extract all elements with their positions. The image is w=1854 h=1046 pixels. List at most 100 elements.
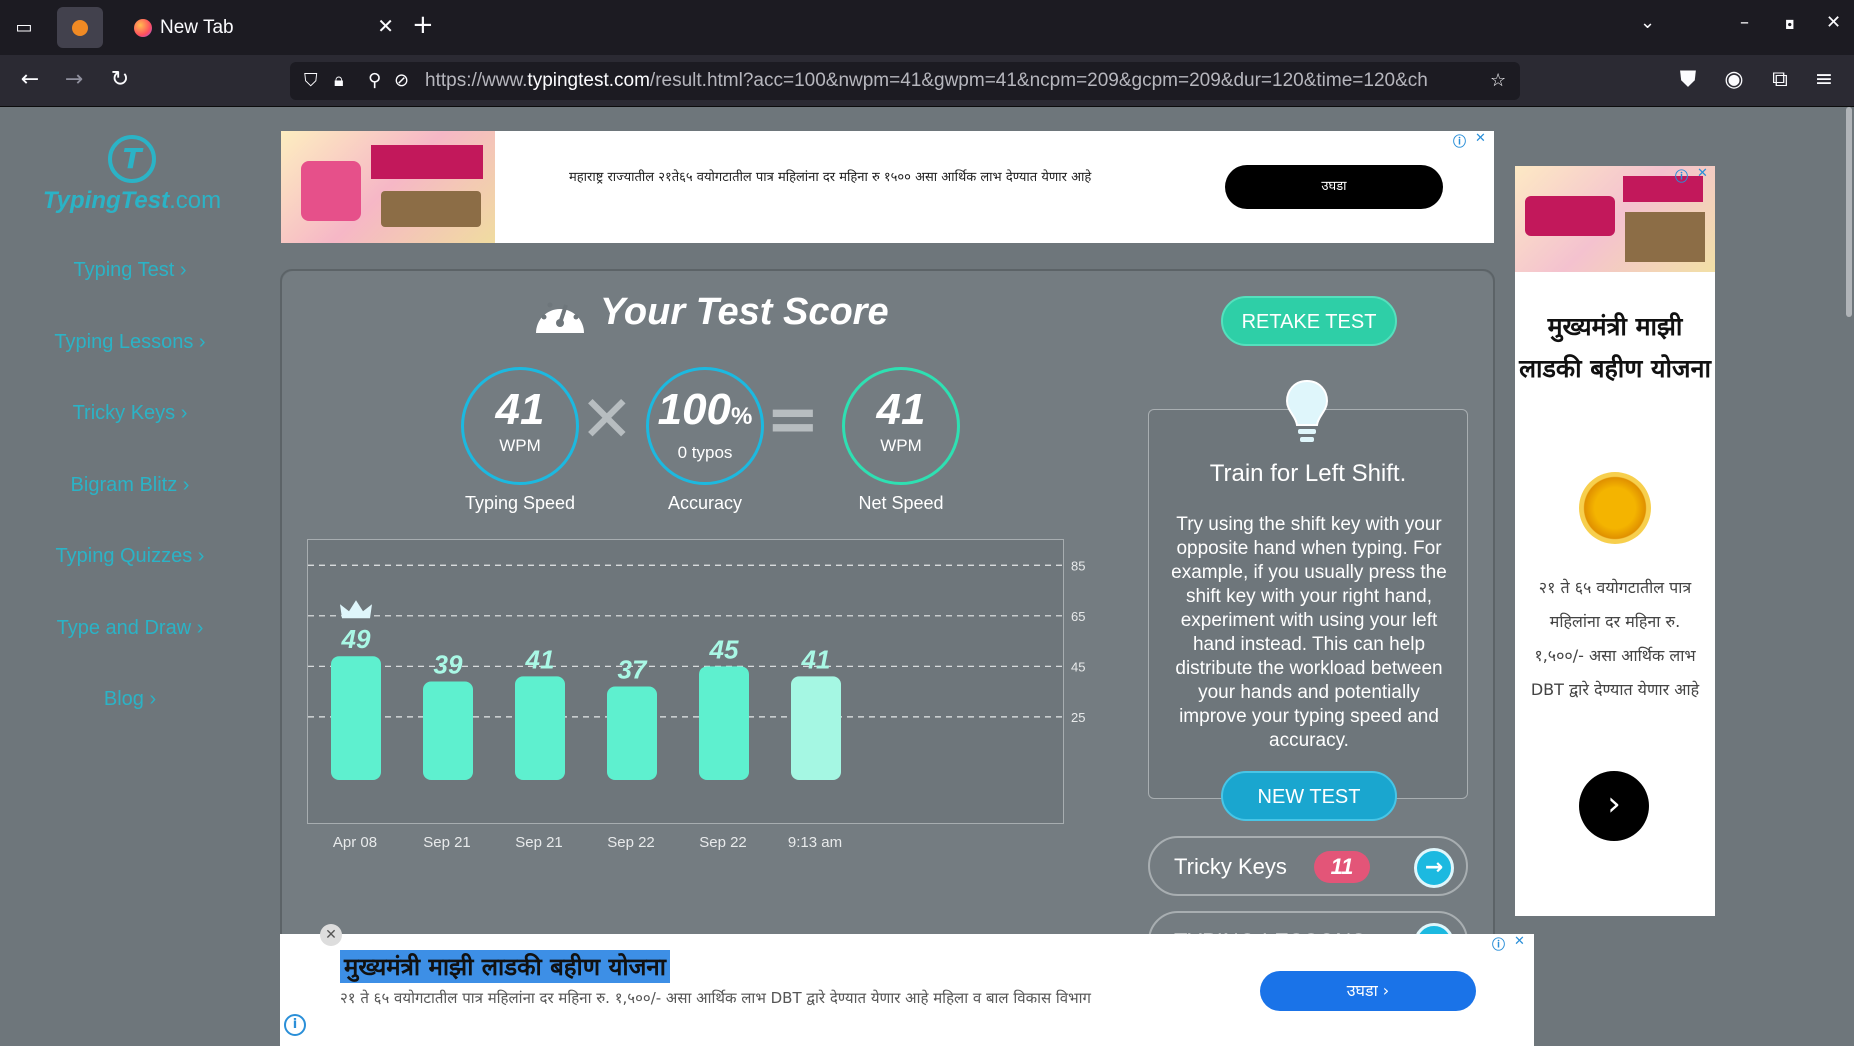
ad-thumbnail xyxy=(281,131,495,243)
logo-t-icon: T xyxy=(108,135,156,183)
lightbulb-icon xyxy=(1285,379,1329,442)
ad-close-icon[interactable]: ✕ xyxy=(1475,131,1486,146)
url-bar[interactable]: ⛉ 🔒︎ ⚲ ⊘ https://www.typingtest.com/resu… xyxy=(290,62,1520,100)
arrow-right-icon[interactable]: → xyxy=(1414,848,1454,888)
tip-box: Train for Left Shift. Try using the shif… xyxy=(1148,409,1468,799)
close-tab-icon[interactable]: ✕ xyxy=(377,14,394,38)
tip-body: Try using the shift key with your opposi… xyxy=(1171,514,1447,751)
shield-icon[interactable]: ⛉ xyxy=(304,70,318,91)
ad-info-icon[interactable]: ⓘ xyxy=(1675,166,1688,185)
sidebar-item-typing-quizzes[interactable]: Typing Quizzes › xyxy=(30,536,230,608)
ad-heading: मुख्यमंत्री माझी लाडकी बहीण योजना xyxy=(1519,312,1711,383)
bottom-banner-ad[interactable]: ✕ मुख्यमंत्री माझी लाडकी बहीण योजना २१ त… xyxy=(280,924,1534,1046)
page-scrollbar[interactable] xyxy=(1846,107,1852,317)
bookmark-star-icon[interactable]: ☆ xyxy=(1490,70,1506,91)
ad-close-icon[interactable]: ✕ xyxy=(1514,934,1525,949)
menu-icon[interactable]: ≡ xyxy=(1810,67,1838,92)
sidebar-item-typing-lessons[interactable]: Typing Lessons › xyxy=(30,322,230,394)
account-icon[interactable]: ◉ xyxy=(1720,67,1748,92)
chart-bar xyxy=(699,666,749,780)
score-title: Your Test Score xyxy=(600,291,889,333)
multiply-icon: ✕ xyxy=(580,383,634,457)
permissions-icon[interactable]: ⚲ xyxy=(368,70,381,91)
pocket-icon[interactable]: ⛊ xyxy=(1674,67,1702,92)
top-banner-ad[interactable]: महाराष्ट्र राज्यातील २१ते६५ वयोगटातील पा… xyxy=(281,131,1494,243)
logo-suffix: .com xyxy=(169,187,222,214)
ad-info-icon[interactable]: ⓘ xyxy=(1492,934,1505,953)
net-speed-unit: WPM xyxy=(880,436,922,455)
bar-value-label: 41 xyxy=(801,644,831,674)
ad-dismiss-icon[interactable]: ✕ xyxy=(320,924,342,946)
lock-icon[interactable]: 🔒︎ xyxy=(334,70,344,91)
bar-value-label: 37 xyxy=(618,655,648,685)
site-logo[interactable]: T TypingTest.com xyxy=(42,135,222,215)
bar-value-label: 41 xyxy=(525,644,555,674)
new-test-button[interactable]: NEW TEST xyxy=(1221,771,1397,821)
net-speed-value: 41 xyxy=(876,385,926,434)
tricky-keys-card[interactable]: Tricky Keys 11 → xyxy=(1148,836,1468,896)
net-speed-stat: 41 WPM Net Speed xyxy=(831,367,971,514)
y-tick-label: 45 xyxy=(1071,659,1085,674)
ad-close-icon[interactable]: ✕ xyxy=(1697,166,1708,181)
sidebar-item-bigram-blitz[interactable]: Bigram Blitz › xyxy=(30,465,230,537)
minimize-button[interactable]: – xyxy=(1740,12,1749,33)
list-all-tabs-icon[interactable]: ⌄ xyxy=(1640,12,1655,33)
chart-x-labels: Apr 08 Sep 21 Sep 21 Sep 22 Sep 22 9:13 am xyxy=(307,834,1064,856)
score-card: Your Test Score RETAKE TEST 41 WPM Typing… xyxy=(280,269,1495,1046)
y-tick-label: 65 xyxy=(1071,609,1085,624)
right-side-ad[interactable]: ⓘ ✕ मुख्यमंत्री माझी लाडकी बहीण योजना २१… xyxy=(1515,166,1715,916)
typing-speed-unit: WPM xyxy=(499,436,541,455)
bar-value-label: 39 xyxy=(434,649,463,679)
accuracy-stat: 100% 0 typos Accuracy xyxy=(635,367,775,514)
bar-value-label: 49 xyxy=(341,624,371,654)
sidebar-item-typing-test[interactable]: Typing Test › xyxy=(30,250,230,322)
forward-icon[interactable]: → xyxy=(60,67,88,92)
net-speed-label: Net Speed xyxy=(858,493,944,513)
x-tick-label: 9:13 am xyxy=(787,834,843,851)
x-tick-label: Sep 22 xyxy=(699,834,747,851)
logo-main: TypingTest xyxy=(42,187,170,214)
speedometer-icon xyxy=(536,302,584,333)
accuracy-unit: % xyxy=(731,403,753,430)
typing-speed-label: Typing Speed xyxy=(464,493,576,513)
ad-open-button[interactable]: उघडा xyxy=(1225,165,1443,209)
chart-bar xyxy=(331,656,381,780)
ad-info-icon[interactable]: i xyxy=(284,1014,306,1036)
x-tick-label: Sep 22 xyxy=(607,834,655,851)
reload-icon[interactable]: ↻ xyxy=(106,67,134,92)
tab-list-icon[interactable]: ▭ xyxy=(10,14,38,42)
ad-open-button[interactable]: उघडा › xyxy=(1260,971,1476,1011)
tab-title: New Tab xyxy=(160,17,234,38)
maximize-button[interactable]: ◘ xyxy=(1785,18,1795,32)
extensions-icon[interactable]: ⧉ xyxy=(1766,67,1794,92)
sidebar-item-blog[interactable]: Blog › xyxy=(30,679,230,751)
ad-headline[interactable]: मुख्यमंत्री माझी लाडकी बहीण योजना xyxy=(340,950,670,983)
ad-go-button[interactable]: › xyxy=(1579,771,1649,841)
ad-text: महाराष्ट्र राज्यातील २१ते६५ वयोगटातील पा… xyxy=(569,170,1092,185)
close-window-button[interactable]: ✕ xyxy=(1826,12,1841,33)
url-text[interactable]: https://www.typingtest.com/result.html?a… xyxy=(425,70,1495,92)
ad-info-icon[interactable]: ⓘ xyxy=(1453,131,1466,150)
new-tab-button[interactable]: + xyxy=(412,10,434,40)
accuracy-typos: 0 typos xyxy=(677,443,733,462)
tab-new-tab[interactable]: New Tab ✕ xyxy=(110,7,402,48)
chart-bar xyxy=(791,676,841,780)
y-tick-label: 25 xyxy=(1071,710,1085,725)
tricky-keys-label: Tricky Keys xyxy=(1174,854,1287,879)
sidebar-nav: Typing Test › Typing Lessons › Tricky Ke… xyxy=(30,250,230,751)
tab-bar: ▭ New Tab ✕ + ⌄ – ◘ ✕ xyxy=(0,0,1854,55)
back-icon[interactable]: ← xyxy=(16,67,44,92)
y-tick-label: 85 xyxy=(1071,558,1085,573)
tracking-blocked-icon[interactable]: ⊘ xyxy=(394,70,409,91)
accuracy-value: 100 xyxy=(657,385,732,434)
chart-bar xyxy=(607,686,657,780)
equals-icon: = xyxy=(766,383,820,457)
retake-test-button[interactable]: RETAKE TEST xyxy=(1221,296,1397,346)
pinned-tab[interactable] xyxy=(57,7,103,48)
firefox-icon xyxy=(134,19,152,37)
sidebar-item-type-and-draw[interactable]: Type and Draw › xyxy=(30,608,230,680)
typingtest-favicon-icon xyxy=(72,20,88,36)
chart-svg: 25 45 65 85 49 39 41 37 45 41 xyxy=(308,558,1085,780)
chart-bar xyxy=(515,676,565,780)
sidebar-item-tricky-keys[interactable]: Tricky Keys › xyxy=(30,393,230,465)
